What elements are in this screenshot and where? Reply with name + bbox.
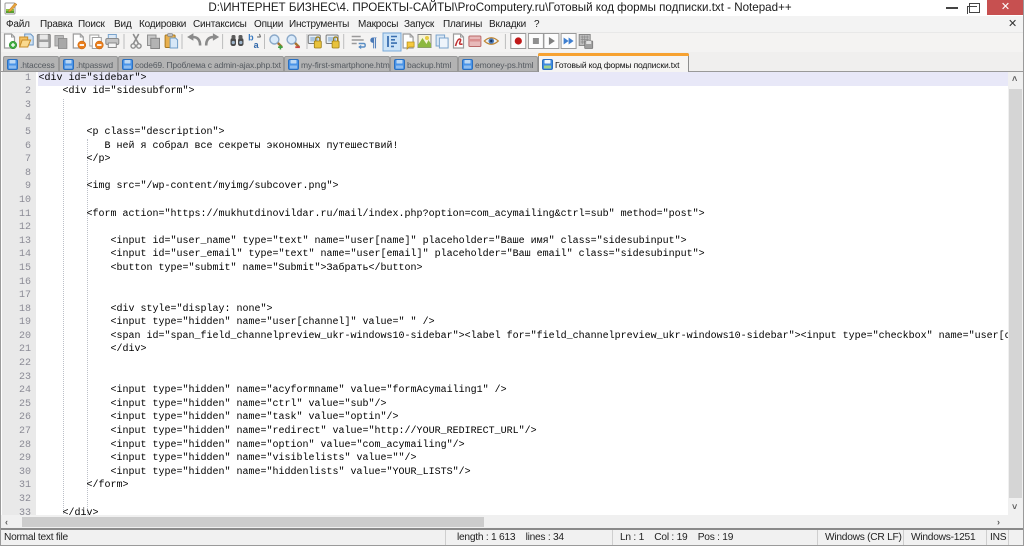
svg-text:¶: ¶	[370, 36, 378, 51]
svg-text:a: a	[254, 40, 260, 50]
